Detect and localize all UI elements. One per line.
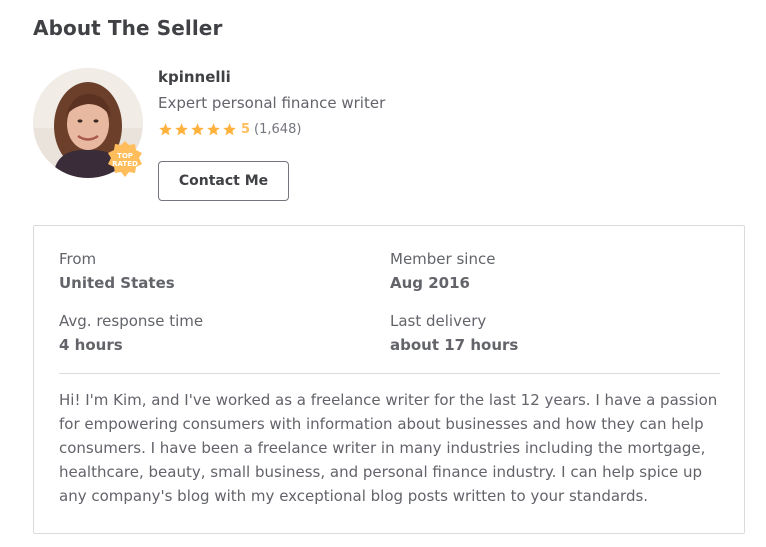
section-title: About The Seller — [33, 16, 223, 40]
star-icon — [174, 122, 189, 137]
star-icon — [190, 122, 205, 137]
stat-response-time: Avg. response time 4 hours — [59, 312, 203, 354]
badge-label: TOP RATED — [112, 152, 138, 168]
rating-count: (1,648) — [254, 121, 302, 137]
rating-score: 5 — [241, 121, 251, 137]
contact-me-button[interactable]: Contact Me — [158, 161, 289, 201]
stat-member-since: Member since Aug 2016 — [390, 250, 495, 292]
star-icon — [158, 122, 173, 137]
seller-tagline: Expert personal finance writer — [158, 94, 386, 112]
stat-from: From United States — [59, 250, 175, 292]
stat-value: about 17 hours — [390, 336, 519, 354]
top-rated-badge: TOP RATED — [105, 140, 145, 180]
stat-label: Avg. response time — [59, 312, 204, 330]
stat-value: 4 hours — [59, 336, 123, 354]
stat-value: Aug 2016 — [390, 274, 470, 292]
divider — [59, 373, 720, 374]
seller-bio: Hi! I'm Kim, and I've worked as a freela… — [59, 391, 718, 505]
star-icon — [206, 122, 221, 137]
seller-rating: 5 (1,648) — [158, 120, 301, 138]
seller-username[interactable]: kpinnelli — [158, 68, 231, 86]
seller-stats-card: From United States Member since Aug 2016… — [33, 225, 745, 534]
stat-label: From — [59, 250, 97, 268]
stat-label: Member since — [390, 250, 496, 268]
stat-value: United States — [59, 274, 175, 292]
stat-last-delivery: Last delivery about 17 hours — [390, 312, 518, 354]
seller-avatar[interactable]: TOP RATED — [33, 68, 143, 178]
stat-label: Last delivery — [390, 312, 487, 330]
star-icon — [222, 122, 237, 137]
